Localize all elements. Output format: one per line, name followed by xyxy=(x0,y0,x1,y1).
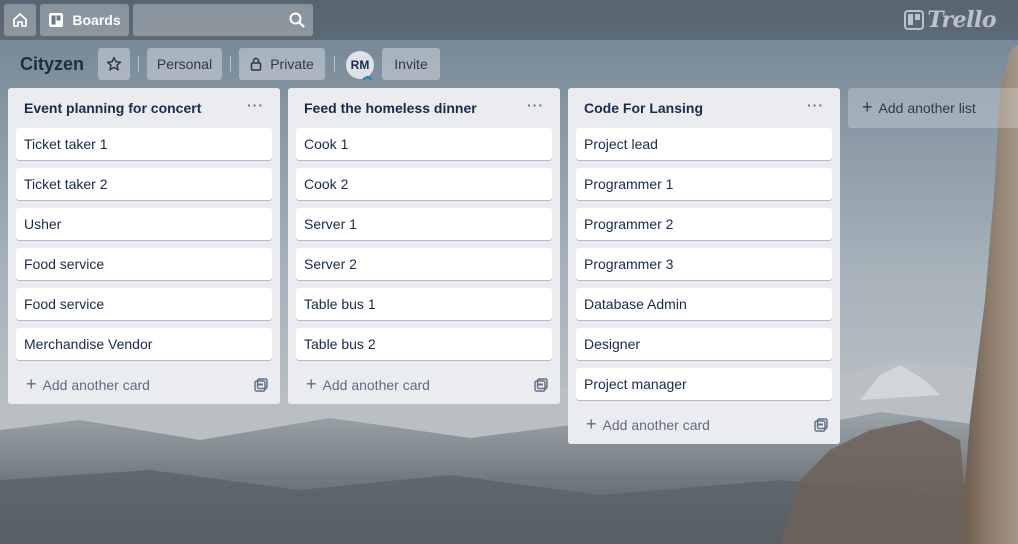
list-footer: + Add another card xyxy=(8,366,280,404)
star-icon xyxy=(106,56,122,72)
list-footer: + Add another card xyxy=(568,406,840,444)
add-card-label: Add another card xyxy=(602,417,710,433)
list-feed-the-homeless[interactable]: Feed the homeless dinner ··· Cook 1 Cook… xyxy=(288,88,560,404)
list-footer: + Add another card xyxy=(288,366,560,404)
header-divider xyxy=(230,56,231,72)
card[interactable]: Ticket taker 1 xyxy=(16,128,272,160)
board-title[interactable]: Cityzen xyxy=(12,48,92,80)
list-code-for-lansing[interactable]: Code For Lansing ··· Project lead Progra… xyxy=(568,88,840,444)
plus-icon: + xyxy=(586,413,597,434)
search-box[interactable] xyxy=(133,4,313,36)
card-template-icon[interactable] xyxy=(254,378,268,392)
card[interactable]: Project manager xyxy=(576,368,832,400)
card[interactable]: Ticket taker 2 xyxy=(16,168,272,200)
member-avatar[interactable]: RM ︽ xyxy=(346,51,374,81)
card[interactable]: Programmer 1 xyxy=(576,168,832,200)
card[interactable]: Project lead xyxy=(576,128,832,160)
add-list-button[interactable]: + Add another list xyxy=(848,88,1018,128)
add-card-label: Add another card xyxy=(42,377,150,393)
add-card-button[interactable]: + Add another card xyxy=(26,373,150,395)
trello-logo[interactable]: Trello xyxy=(904,7,996,33)
boards-label: Boards xyxy=(72,12,121,28)
card[interactable]: Table bus 2 xyxy=(296,328,552,360)
personal-label: Personal xyxy=(156,56,213,72)
card-template-icon[interactable] xyxy=(814,418,828,432)
card[interactable]: Programmer 2 xyxy=(576,208,832,240)
boards-button[interactable]: Boards xyxy=(40,4,129,36)
card[interactable]: Cook 1 xyxy=(296,128,552,160)
personal-team-button[interactable]: Personal xyxy=(147,48,222,80)
logo-text: Trello xyxy=(927,7,996,33)
list-menu-icon[interactable]: ··· xyxy=(247,97,264,113)
card[interactable]: Food service xyxy=(16,288,272,320)
admin-chevron-icon: ︽ xyxy=(362,71,372,81)
card-container: Cook 1 Cook 2 Server 1 Server 2 Table bu… xyxy=(288,128,560,360)
list-title[interactable]: Event planning for concert xyxy=(24,100,201,116)
list-header: Code For Lansing ··· xyxy=(568,88,840,128)
header-divider xyxy=(138,56,139,72)
invite-label: Invite xyxy=(394,56,428,72)
visibility-button[interactable]: Private xyxy=(239,48,325,80)
add-list-label: Add another list xyxy=(878,100,976,116)
list-menu-icon[interactable]: ··· xyxy=(807,97,824,113)
trello-logo-icon xyxy=(904,10,925,30)
card-template-icon[interactable] xyxy=(534,378,548,392)
card-container: Ticket taker 1 Ticket taker 2 Usher Food… xyxy=(8,128,280,360)
card[interactable]: Table bus 1 xyxy=(296,288,552,320)
lock-icon xyxy=(250,57,262,71)
home-button[interactable] xyxy=(4,4,36,36)
card[interactable]: Server 2 xyxy=(296,248,552,280)
card[interactable]: Merchandise Vendor xyxy=(16,328,272,360)
card[interactable]: Database Admin xyxy=(576,288,832,320)
top-header-bar: Boards Trello xyxy=(0,0,1018,40)
add-card-label: Add another card xyxy=(322,377,430,393)
list-menu-icon[interactable]: ··· xyxy=(527,97,544,113)
list-title[interactable]: Code For Lansing xyxy=(584,100,703,116)
card[interactable]: Cook 2 xyxy=(296,168,552,200)
card[interactable]: Usher xyxy=(16,208,272,240)
card[interactable]: Food service xyxy=(16,248,272,280)
plus-icon: + xyxy=(306,373,317,394)
add-card-button[interactable]: + Add another card xyxy=(586,413,710,435)
plus-icon: + xyxy=(862,96,873,117)
private-label: Private xyxy=(270,56,314,72)
invite-button[interactable]: Invite xyxy=(382,48,440,80)
card[interactable]: Programmer 3 xyxy=(576,248,832,280)
list-header: Event planning for concert ··· xyxy=(8,88,280,128)
star-board-button[interactable] xyxy=(98,48,130,80)
list-title[interactable]: Feed the homeless dinner xyxy=(304,100,477,116)
home-icon xyxy=(11,11,29,29)
list-event-planning[interactable]: Event planning for concert ··· Ticket ta… xyxy=(8,88,280,404)
list-header: Feed the homeless dinner ··· xyxy=(288,88,560,128)
search-input[interactable] xyxy=(133,4,313,36)
plus-icon: + xyxy=(26,373,37,394)
header-divider xyxy=(334,56,335,72)
card[interactable]: Designer xyxy=(576,328,832,360)
card[interactable]: Server 1 xyxy=(296,208,552,240)
boards-icon xyxy=(48,12,64,28)
add-card-button[interactable]: + Add another card xyxy=(306,373,430,395)
search-icon[interactable] xyxy=(289,12,305,31)
card-container: Project lead Programmer 1 Programmer 2 P… xyxy=(568,128,840,400)
